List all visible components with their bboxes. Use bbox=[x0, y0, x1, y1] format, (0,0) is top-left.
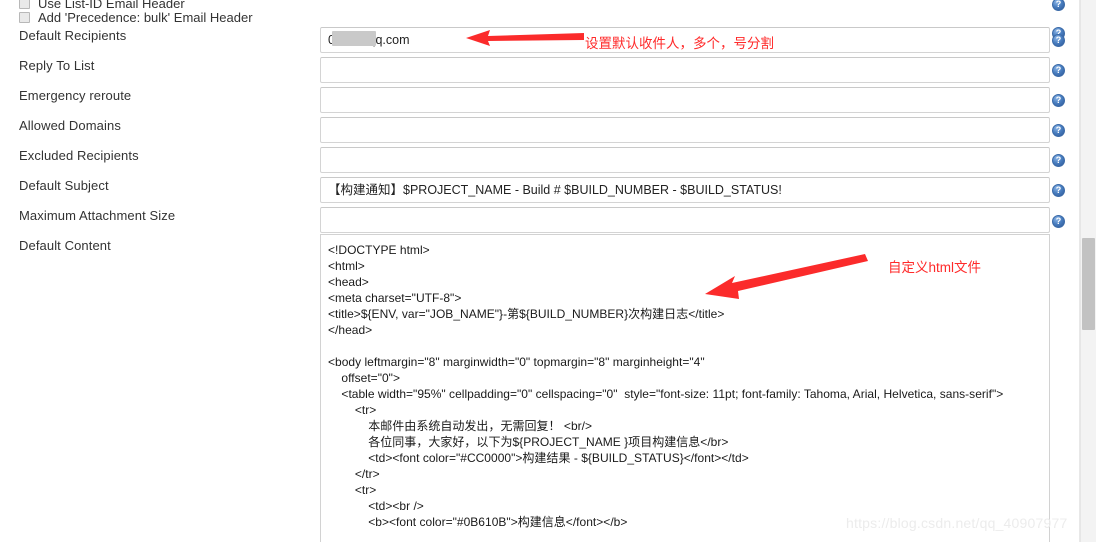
default-content-textarea[interactable]: <!DOCTYPE html> <html> <head> <meta char… bbox=[320, 234, 1050, 542]
help-icon[interactable]: ? bbox=[1052, 0, 1065, 11]
precedence-bulk-email-header-label: Add 'Precedence: bulk' Email Header bbox=[38, 10, 253, 25]
excluded-recipients-input[interactable] bbox=[320, 147, 1050, 173]
label-maximum-attachment-size: Maximum Attachment Size bbox=[19, 208, 176, 223]
label-default-subject: Default Subject bbox=[19, 178, 109, 193]
jenkins-email-ext-settings-page: Use List-ID Email Header Add 'Precedence… bbox=[0, 0, 1096, 542]
label-allowed-domains: Allowed Domains bbox=[19, 118, 121, 133]
watermark: https://blog.csdn.net/qq_40907977 bbox=[846, 515, 1068, 531]
label-emergency-reroute: Emergency reroute bbox=[19, 88, 132, 103]
label-reply-to-list: Reply To List bbox=[19, 58, 95, 73]
redaction-block bbox=[332, 31, 376, 46]
help-icon[interactable]: ? bbox=[1052, 215, 1065, 228]
vertical-scrollbar-thumb[interactable] bbox=[1082, 238, 1095, 330]
default-content-annotation-text: 自定义html文件 bbox=[888, 260, 982, 275]
reply-to-list-input[interactable] bbox=[320, 57, 1050, 83]
help-icon[interactable]: ? bbox=[1052, 154, 1065, 167]
label-default-recipients: Default Recipients bbox=[19, 28, 127, 43]
label-default-content: Default Content bbox=[19, 238, 111, 253]
allowed-domains-input[interactable] bbox=[320, 117, 1050, 143]
help-icon[interactable]: ? bbox=[1052, 124, 1065, 137]
default-content-text: <!DOCTYPE html> <html> <head> <meta char… bbox=[328, 243, 1004, 529]
precedence-bulk-email-header-checkbox[interactable] bbox=[19, 12, 30, 23]
help-icon[interactable]: ? bbox=[1052, 184, 1065, 197]
vertical-scrollbar-track[interactable] bbox=[1080, 0, 1096, 542]
label-excluded-recipients: Excluded Recipients bbox=[19, 148, 139, 163]
help-icon[interactable]: ? bbox=[1052, 94, 1065, 107]
help-icon[interactable]: ? bbox=[1052, 64, 1065, 77]
emergency-reroute-input[interactable] bbox=[320, 87, 1050, 113]
default-recipients-annotation-text: 设置默认收件人，多个，号分割 bbox=[585, 36, 774, 51]
use-list-id-email-header-checkbox[interactable] bbox=[19, 0, 30, 9]
help-icon[interactable]: ? bbox=[1052, 34, 1065, 47]
checkbox-row-precedence-bulk-email-header[interactable]: Add 'Precedence: bulk' Email Header bbox=[19, 10, 253, 25]
default-subject-input[interactable]: 【构建通知】$PROJECT_NAME - Build # $BUILD_NUM… bbox=[320, 177, 1050, 203]
maximum-attachment-size-input[interactable] bbox=[320, 207, 1050, 233]
